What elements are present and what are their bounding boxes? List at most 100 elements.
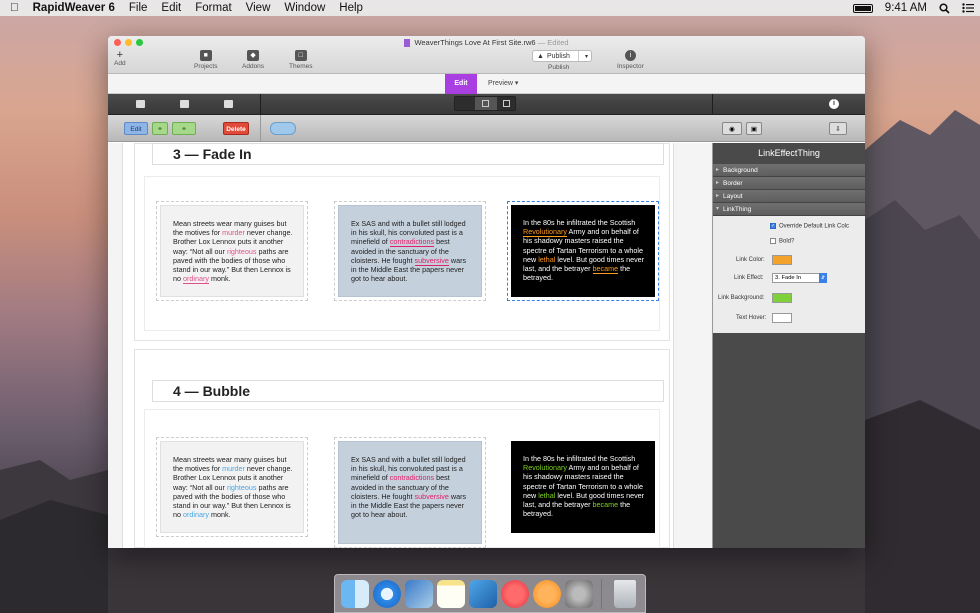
itunes-icon[interactable] — [501, 579, 529, 608]
text-hover-swatch[interactable] — [772, 313, 792, 323]
medium-view-icon[interactable] — [482, 100, 489, 107]
layout-icon[interactable] — [180, 100, 189, 108]
section-heading[interactable]: 3 — Fade In — [152, 143, 664, 165]
link-effect-label: Link Effect: — [734, 275, 764, 281]
menu-help[interactable]: Help — [339, 2, 363, 14]
text-link[interactable]: righteous — [227, 483, 257, 492]
cloud-icon[interactable] — [270, 122, 296, 135]
themes-button[interactable]: □ Themes — [289, 50, 312, 70]
text-card[interactable]: In the 80s he infiltrated the Scottish R… — [511, 441, 655, 533]
group-border[interactable]: Border — [713, 177, 865, 190]
card-wrapper[interactable]: Ex SAS and with a bullet still lodged in… — [334, 201, 486, 301]
card-wrapper[interactable]: Ex SAS and with a bullet still lodged in… — [334, 437, 486, 548]
override-color-checkbox[interactable]: ✓ Override Default Link Colc — [770, 223, 849, 230]
add-button[interactable]: + Add — [114, 50, 126, 68]
menu-bar:  RapidWeaver 6 File Edit Format View Wi… — [0, 0, 980, 16]
override-label: Override Default Link Colc — [779, 223, 850, 230]
battery-icon[interactable] — [852, 3, 873, 13]
text-link[interactable]: ordinary — [183, 510, 209, 519]
section-heading[interactable]: 4 — Bubble — [152, 380, 664, 402]
publish-button-label: Publish — [546, 52, 570, 60]
text-link[interactable]: murder — [222, 228, 245, 237]
link-background-swatch[interactable] — [772, 293, 792, 303]
group-background[interactable]: Background — [713, 164, 865, 177]
text-card[interactable]: Ex SAS and with a bullet still lodged in… — [338, 441, 482, 544]
view-size-segmented-control[interactable] — [454, 96, 516, 111]
text-link[interactable]: became — [592, 264, 619, 275]
stack-action-bar: Edit ⚭ ⚭ Delete ◉ ▣ ⇩ — [108, 115, 865, 142]
projects-icon: ■ — [199, 50, 212, 61]
text-card[interactable]: In the 80s he infiltrated the Scottish R… — [511, 205, 655, 297]
text-link[interactable]: lethal — [538, 255, 555, 264]
small-view-icon[interactable] — [503, 100, 510, 107]
link-effect-select[interactable]: 3. Fade In ⇵ — [772, 273, 827, 283]
bold-label: Bold? — [779, 238, 795, 245]
apple-menu-icon[interactable]:  — [10, 2, 19, 14]
text-card[interactable]: Ex SAS and with a bullet still lodged in… — [338, 205, 482, 297]
card-wrapper[interactable]: Mean streets wear many guises but the mo… — [156, 201, 308, 301]
app-menu[interactable]: RapidWeaver 6 — [33, 2, 115, 14]
lock-icon[interactable]: ▣ — [746, 122, 762, 135]
text-link[interactable]: murder — [222, 464, 245, 473]
text-link[interactable]: ordinary — [183, 274, 209, 285]
unlink-icon[interactable]: ⚭ — [172, 122, 196, 135]
info-icon[interactable]: i — [829, 99, 839, 109]
card-wrapper[interactable]: Mean streets wear many guises but the mo… — [156, 437, 308, 537]
text-link[interactable]: became — [593, 500, 619, 509]
editor-canvas: 3 — Fade In Mean streets wear many guise… — [108, 143, 712, 548]
ibooks-icon[interactable] — [533, 579, 561, 608]
link-icon[interactable]: ⚭ — [152, 122, 168, 135]
inspector-title: LinkEffectThing — [713, 143, 865, 164]
card-wrapper-selected[interactable]: In the 80s he infiltrated the Scottish R… — [507, 201, 659, 301]
publish-icon: ▲ — [537, 52, 544, 60]
tab-edit[interactable]: Edit — [445, 74, 477, 94]
card-text: monk. — [208, 510, 231, 520]
notification-center-icon[interactable] — [962, 3, 974, 13]
add-label: Add — [114, 60, 126, 67]
delete-button[interactable]: Delete — [223, 122, 249, 135]
group-layout[interactable]: Layout — [713, 190, 865, 203]
menu-view[interactable]: View — [246, 2, 271, 14]
text-link[interactable]: righteous — [227, 247, 257, 256]
text-link[interactable]: Revolutionary — [523, 463, 567, 472]
xcode-icon[interactable] — [469, 579, 497, 608]
publish-button[interactable]: ▲ Publish ▾ — [532, 50, 592, 62]
image-icon[interactable] — [224, 100, 233, 108]
link-background-label: Link Background: — [718, 295, 765, 301]
card-wrapper[interactable]: In the 80s he infiltrated the Scottish R… — [507, 437, 659, 537]
text-card[interactable]: Mean streets wear many guises but the mo… — [160, 205, 304, 297]
system-preferences-icon[interactable] — [565, 579, 593, 608]
link-color-swatch[interactable] — [772, 255, 792, 265]
notes-icon[interactable] — [437, 579, 465, 608]
addons-button[interactable]: ◆ Addons — [242, 50, 264, 70]
menu-format[interactable]: Format — [195, 2, 231, 14]
preview-icon[interactable] — [405, 579, 433, 608]
text-link[interactable]: lethal — [538, 491, 555, 500]
edit-stack-button[interactable]: Edit — [124, 122, 148, 135]
safari-icon[interactable] — [373, 579, 401, 608]
preview-label: Preview — [488, 80, 513, 87]
download-icon[interactable]: ⇩ — [829, 122, 847, 135]
spotlight-search-icon[interactable] — [939, 2, 950, 14]
stacks-icon[interactable] — [136, 100, 145, 108]
menu-file[interactable]: File — [129, 2, 148, 14]
publish-chevron-down-icon[interactable]: ▾ — [585, 53, 588, 60]
text-link[interactable]: contradictions — [390, 473, 434, 482]
eye-icon[interactable]: ◉ — [722, 122, 742, 135]
inspector-button[interactable]: i Inspector — [617, 50, 644, 70]
projects-button[interactable]: ■ Projects — [194, 50, 217, 70]
window-title-text: WeaverThings Love At First Site.rw6 — [414, 38, 536, 47]
projects-label: Projects — [194, 63, 218, 70]
text-link[interactable]: subversive — [415, 492, 449, 501]
clock[interactable]: 9:41 AM — [885, 2, 927, 14]
menu-edit[interactable]: Edit — [161, 2, 181, 14]
addons-icon: ◆ — [247, 50, 260, 61]
tab-preview[interactable]: Preview ▾ — [488, 74, 518, 94]
card-text: monk. — [208, 274, 231, 284]
bold-checkbox[interactable]: Bold? — [770, 238, 794, 245]
finder-icon[interactable] — [341, 579, 369, 608]
menu-window[interactable]: Window — [284, 2, 325, 14]
trash-icon[interactable] — [614, 579, 636, 608]
text-card[interactable]: Mean streets wear many guises but the mo… — [160, 441, 304, 533]
group-linkthing[interactable]: LinkThing — [713, 203, 865, 216]
